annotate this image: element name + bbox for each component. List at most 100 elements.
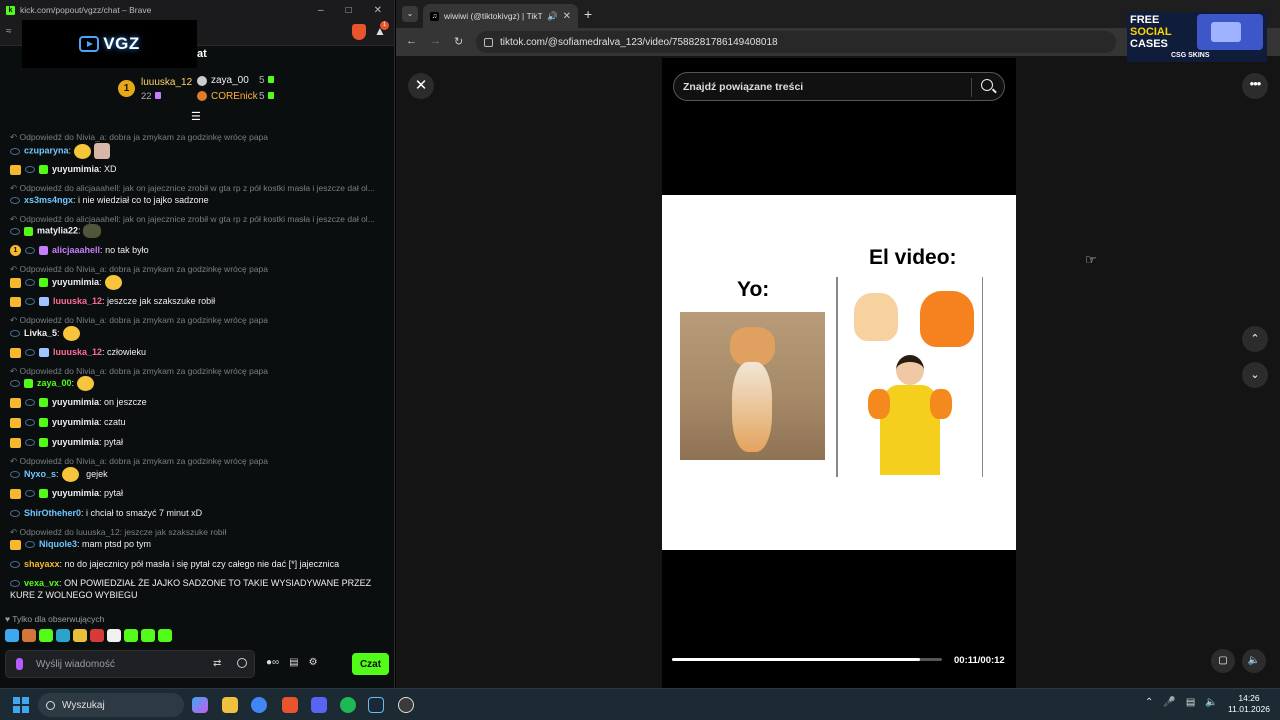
chat-username[interactable]: yuyumimia (52, 397, 99, 407)
leader-name-1[interactable]: luuuska_12 (141, 77, 192, 88)
gift-badge-icon: 1 (10, 245, 21, 257)
volume-tray-icon[interactable]: 🔈 (1205, 697, 1217, 708)
chat-username[interactable]: yuyumimia (52, 437, 99, 447)
chat-username[interactable]: luuuska_12 (53, 347, 102, 357)
ad-banner[interactable]: FREE SOCIAL CASES CSG SKINS (1127, 12, 1267, 62)
chat-username[interactable]: yuyumimia (52, 417, 99, 427)
emote-icon[interactable] (141, 629, 155, 642)
chat-username[interactable]: luuuska_12 (53, 296, 102, 306)
spotify-icon[interactable] (340, 697, 356, 713)
emote-icon (77, 376, 95, 391)
badge-icon (25, 541, 35, 549)
chat-text: i chciał to smażyć 7 minut xD (86, 508, 203, 518)
chat-username[interactable]: zaya_00 (37, 378, 72, 388)
chat-username[interactable]: alicjaaahell (52, 245, 100, 255)
chat-username[interactable]: xs3ms4ngx (24, 195, 73, 205)
chrome-icon[interactable] (251, 697, 267, 713)
tab-close-icon[interactable]: ✕ (563, 11, 571, 22)
picture-in-picture-button[interactable]: ▢ (1211, 649, 1235, 673)
brave-shield-icon[interactable] (352, 24, 366, 40)
close-video-button[interactable]: ✕ (408, 73, 434, 99)
maximize-icon[interactable]: □ (346, 5, 352, 16)
emote-icon[interactable] (124, 629, 138, 642)
badge-icon (10, 380, 20, 387)
chat-username[interactable]: Livka_5 (24, 328, 57, 338)
related-search-input[interactable] (683, 78, 963, 96)
emote-icon[interactable] (158, 629, 172, 642)
tray-chevron-icon[interactable]: ⌃ (1145, 697, 1153, 708)
sub-badge-icon (267, 92, 274, 99)
more-options-button[interactable]: ••• (1242, 73, 1268, 99)
emoji-icon[interactable] (237, 658, 247, 668)
volume-button[interactable]: 🔈 (1242, 649, 1266, 673)
steam-icon[interactable] (368, 697, 384, 713)
leader-name-2[interactable]: zaya_00 (211, 75, 249, 86)
hand-cursor-icon: ☞ (1085, 252, 1097, 267)
store-icon[interactable]: ▤ (289, 657, 298, 668)
video-progress-bar[interactable] (672, 658, 942, 661)
url-field[interactable]: tiktok.com/@sofiamedralva_123/video/7588… (476, 31, 1116, 53)
video-player[interactable]: El video: Yo: 00:11/00:12 (662, 58, 1016, 688)
file-explorer-icon[interactable] (222, 697, 238, 713)
audio-icon[interactable]: 🔊 (547, 11, 558, 22)
leader-name-3[interactable]: COREnick (211, 91, 258, 102)
chat-username[interactable]: yuyumimia (52, 488, 99, 498)
obs-icon[interactable] (398, 697, 414, 713)
brave-icon[interactable] (282, 697, 298, 713)
chat-username[interactable]: Niquole3 (39, 539, 77, 549)
forward-icon[interactable]: → (430, 35, 441, 47)
chat-message: zaya_00: (10, 376, 385, 391)
emote-icon[interactable] (22, 629, 36, 642)
discord-icon[interactable] (311, 697, 327, 713)
collapse-leaderboard-icon[interactable]: ☰ (191, 110, 201, 123)
site-settings-icon[interactable]: ≈ (6, 26, 12, 37)
search-icon[interactable] (981, 79, 993, 91)
leader-count-1: 22 (141, 91, 152, 102)
emote-icon[interactable] (39, 629, 53, 642)
chat-message: matylia22: (10, 224, 385, 238)
video-time: 00:11/00:12 (954, 655, 1005, 666)
taskbar-search[interactable]: Wyszukaj (38, 693, 184, 717)
emote-icon[interactable] (90, 629, 104, 642)
windows-start-icon[interactable] (13, 697, 29, 713)
search-icon (46, 700, 55, 710)
emote-icon[interactable] (107, 629, 121, 642)
send-chat-button[interactable]: Czat (352, 653, 389, 675)
copilot-icon[interactable] (192, 697, 208, 713)
minimize-icon[interactable]: – (318, 5, 324, 16)
chat-username[interactable]: yuyumimia (52, 164, 99, 174)
emote-icon[interactable] (73, 629, 87, 642)
chat-username[interactable]: vexa_vx (24, 578, 59, 588)
emote-icon[interactable] (56, 629, 70, 642)
chat-username[interactable]: shayaxx (24, 559, 60, 569)
tab-search-icon[interactable]: ⌄ (402, 6, 418, 22)
network-icon[interactable]: ▤ (1186, 697, 1195, 708)
emote-icon[interactable] (5, 629, 19, 642)
translate-icon[interactable]: ⇄ (213, 658, 221, 669)
previous-video-button[interactable]: ⌃ (1242, 326, 1268, 352)
close-icon[interactable]: ✕ (374, 5, 382, 16)
mic-icon[interactable] (16, 658, 23, 670)
tab-tiktok[interactable]: ♫ wiwiwi (@tiktokivgz) | TikTo 🔊 ✕ (423, 4, 578, 28)
crown-badge-icon (10, 397, 21, 408)
chat-username[interactable]: ShirOtheher0 (24, 508, 81, 518)
site-info-icon[interactable] (484, 37, 493, 47)
brave-rewards-icon[interactable]: ▲ 1 (374, 21, 389, 38)
video-progress-fill (672, 658, 920, 661)
clock[interactable]: 14:26 11.01.2026 (1226, 693, 1272, 715)
chat-username[interactable]: czuparyna (24, 145, 69, 155)
back-icon[interactable]: ← (406, 35, 417, 47)
chat-username[interactable]: Nyxo_s (24, 469, 56, 479)
reload-icon[interactable]: ↻ (454, 35, 463, 48)
next-video-button[interactable]: ⌄ (1242, 362, 1268, 388)
chat-input[interactable] (36, 656, 196, 673)
chat-username[interactable]: yuyumimia (52, 277, 99, 287)
new-tab-icon[interactable]: + (584, 6, 592, 22)
chat-username[interactable]: matylia22 (37, 225, 78, 235)
chat-message: yuyumimia: pytał (10, 436, 385, 448)
settings-icon[interactable]: ⚙ (309, 657, 318, 668)
badge-icon (25, 419, 35, 427)
mic-tray-icon[interactable]: 🎤 (1163, 697, 1175, 708)
points-icon[interactable]: ●∞ (266, 657, 279, 668)
chat-message: vexa_vx: ON POWIEDZIAŁ ŻE JAJKO SADZONE … (10, 578, 372, 600)
